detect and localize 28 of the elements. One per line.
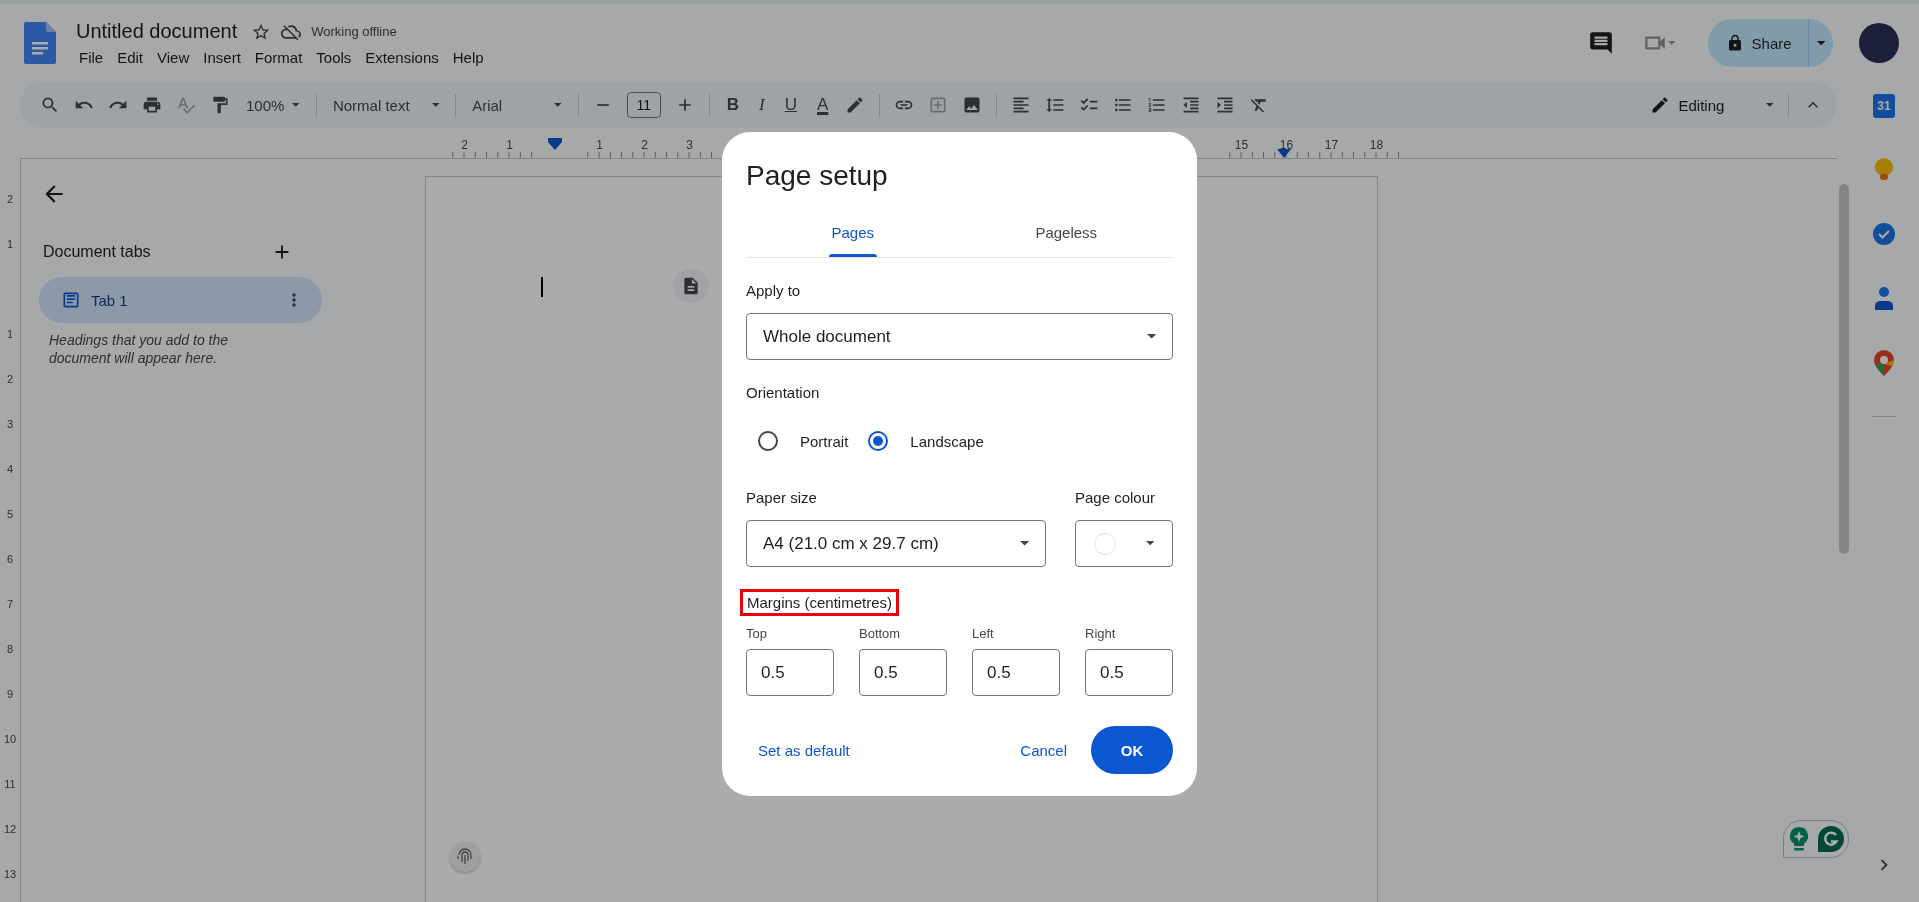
ruler-number: 12 [2,821,18,837]
margin-label: Top [746,626,768,641]
field-label: Page colour [1075,489,1157,506]
ruler-number: 3 [5,416,15,432]
ruler-number: 1 [5,326,15,342]
field-label: Apply to [746,282,802,299]
margins-label: Margins (centimetres) [740,589,900,616]
ruler-number: 2 [5,371,15,387]
ruler-number: 8 [5,641,15,657]
ruler-number: 1 [5,236,15,252]
section-heading: Document tabs [43,243,151,261]
field-label: Orientation [746,384,821,401]
dialog-title: Page setup [746,160,889,192]
ruler-number: 4 [5,461,15,477]
ruler-number: 2 [5,191,15,207]
ruler-number: 10 [2,731,18,747]
empty-hint: Headings that you add to the document will appear here. [49,331,230,368]
ruler-number: 9 [5,686,15,702]
margin-label: Right [1085,626,1117,641]
field-label: Paper size [746,489,818,506]
ruler-number: 11 [3,776,17,792]
offline-status: Working offline [311,24,397,39]
ruler-number: 6 [5,551,15,567]
margin-label: Left [972,626,995,641]
margin-label: Bottom [859,626,902,641]
ruler-number: 7 [5,596,15,612]
ruler-number: 13 [2,866,18,882]
ruler-number: 5 [5,506,15,522]
